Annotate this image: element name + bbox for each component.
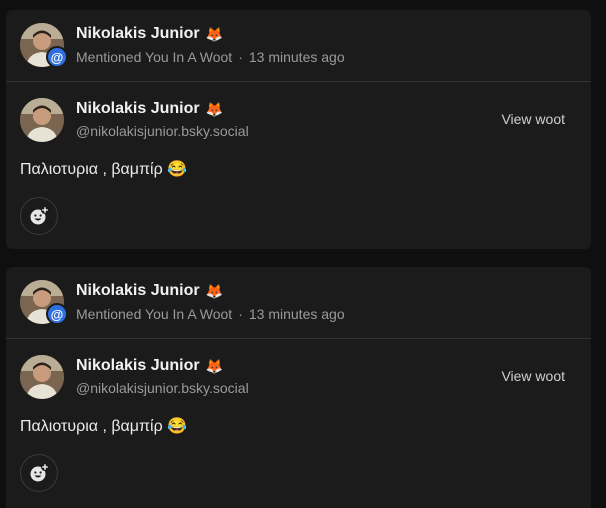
- author-name[interactable]: Nikolakis Junior: [76, 100, 200, 118]
- author-handle[interactable]: @nikolakisjunior.bsky.social: [76, 380, 249, 396]
- author-name[interactable]: Nikolakis Junior: [76, 25, 200, 43]
- author-handle[interactable]: @nikolakisjunior.bsky.social: [76, 123, 249, 139]
- author-row: Nikolakis Junior 🦊: [76, 282, 223, 300]
- notification-card[interactable]: @ Nikolakis Junior 🦊 Mentioned You In A …: [6, 10, 591, 249]
- avatar[interactable]: [20, 98, 64, 142]
- notification-action: Mentioned You In A Woot: [76, 306, 233, 322]
- view-woot-button[interactable]: View woot: [501, 368, 565, 384]
- notification-card[interactable]: @ Nikolakis Junior 🦊 Mentioned You In A …: [6, 267, 591, 508]
- meta-separator: ·: [238, 306, 243, 322]
- notification-header: @ Nikolakis Junior 🦊 Mentioned You In A …: [6, 10, 591, 81]
- author-row: Nikolakis Junior 🦊: [76, 25, 223, 43]
- fox-icon: 🦊: [205, 282, 224, 299]
- notification-meta: Mentioned You In A Woot · 13 minutes ago: [76, 49, 345, 65]
- view-woot-button[interactable]: View woot: [501, 111, 565, 127]
- meta-separator: ·: [238, 49, 243, 65]
- notification-time: 13 minutes ago: [248, 49, 345, 65]
- fox-icon: 🦊: [205, 25, 224, 42]
- author-name[interactable]: Nikolakis Junior: [76, 357, 200, 375]
- woot-preview[interactable]: Nikolakis Junior 🦊 @nikolakisjunior.bsky…: [6, 82, 591, 249]
- at-sign-icon: @: [46, 303, 68, 325]
- notification-header: @ Nikolakis Junior 🦊 Mentioned You In A …: [6, 267, 591, 338]
- notification-action: Mentioned You In A Woot: [76, 49, 233, 65]
- avatar[interactable]: [20, 355, 64, 399]
- fox-icon: 🦊: [205, 357, 224, 374]
- add-reaction-button[interactable]: [20, 454, 58, 492]
- fox-icon: 🦊: [205, 100, 224, 117]
- author-row: Nikolakis Junior 🦊: [76, 357, 223, 375]
- woot-text: Παλιοτυρια , βαμπίρ 😂: [20, 161, 188, 178]
- add-reaction-icon: [30, 206, 49, 225]
- notification-meta: Mentioned You In A Woot · 13 minutes ago: [76, 306, 345, 322]
- author-name[interactable]: Nikolakis Junior: [76, 282, 200, 300]
- notification-time: 13 minutes ago: [248, 306, 345, 322]
- author-row: Nikolakis Junior 🦊: [76, 100, 223, 118]
- woot-text: Παλιοτυρια , βαμπίρ 😂: [20, 418, 188, 435]
- woot-preview[interactable]: Nikolakis Junior 🦊 @nikolakisjunior.bsky…: [6, 339, 591, 506]
- add-reaction-icon: [30, 463, 49, 482]
- at-sign-icon: @: [46, 46, 68, 68]
- add-reaction-button[interactable]: [20, 197, 58, 235]
